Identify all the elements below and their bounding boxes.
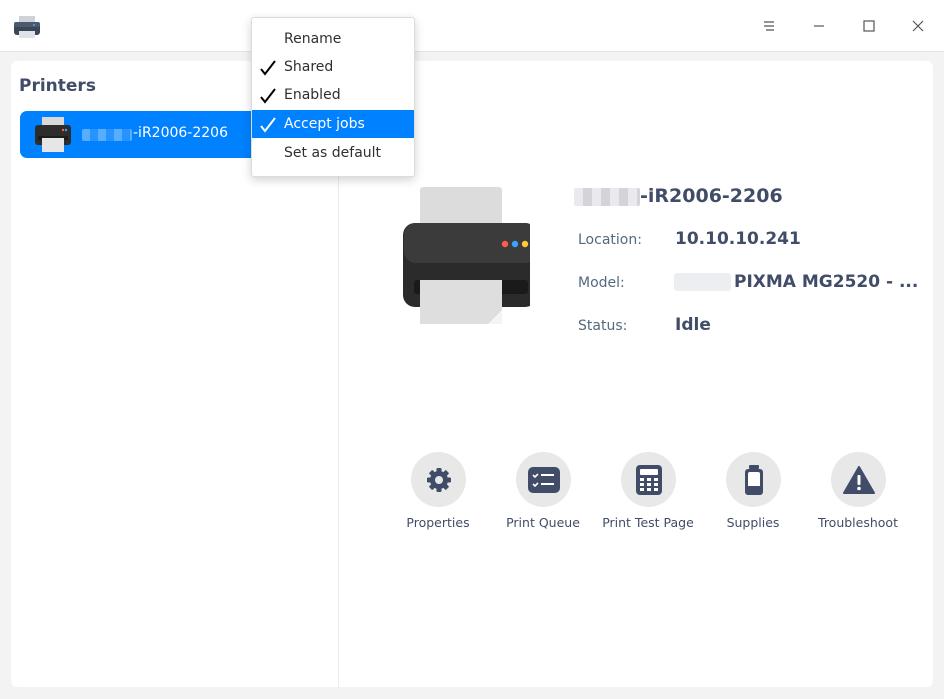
printer-app-icon (12, 14, 42, 40)
name-redaction (82, 129, 132, 141)
printer-details: -iR2006-2206 Location: 10.10.10.241 Mode… (340, 61, 933, 687)
model-label: Model: (578, 275, 625, 291)
checkmark-icon (260, 60, 276, 76)
location-value: 10.10.10.241 (675, 229, 801, 249)
content-area: Printers -iR2006-2206 -iR2006-2206 Locat… (11, 61, 933, 687)
print-queue-icon (516, 452, 571, 507)
model-redaction (674, 273, 731, 291)
properties-label: Properties (406, 515, 470, 530)
checkmark-icon (260, 117, 276, 133)
close-icon[interactable] (903, 11, 933, 41)
supplies-label: Supplies (726, 515, 780, 530)
printer-list-item-label: -iR2006-2206 (133, 125, 228, 141)
print-queue-label: Print Queue (506, 515, 580, 530)
troubleshoot-label: Troubleshoot (818, 515, 898, 530)
sidebar-title: Printers (19, 76, 96, 96)
calculator-test-page-icon (621, 452, 676, 507)
cartridge-icon (726, 452, 781, 507)
properties-button[interactable]: Properties (383, 452, 493, 542)
menu-item-rename[interactable]: Rename (252, 25, 414, 53)
printer-icon (33, 117, 73, 153)
menu-item-label: Shared (284, 59, 334, 75)
menu-item-label: Set as default (284, 145, 382, 161)
print-test-page-button[interactable]: Print Test Page (593, 452, 703, 542)
warning-icon (831, 452, 886, 507)
checkmark-icon (260, 88, 276, 104)
troubleshoot-button[interactable]: Troubleshoot (803, 452, 913, 542)
location-label: Location: (578, 232, 642, 248)
supplies-button[interactable]: Supplies (698, 452, 808, 542)
status-value: Idle (675, 315, 711, 335)
printer-context-menu: Rename Shared Enabled Accept jobs Set as… (251, 17, 415, 177)
print-test-page-label: Print Test Page (602, 515, 694, 530)
model-value: PIXMA MG2520 - ... (734, 272, 919, 292)
minimize-icon[interactable] (804, 11, 834, 41)
menu-item-shared[interactable]: Shared (252, 53, 414, 81)
gear-icon (411, 452, 466, 507)
print-queue-button[interactable]: Print Queue (488, 452, 598, 542)
printer-illustration (390, 185, 537, 325)
status-label: Status: (578, 318, 628, 334)
print-manager-window: Printers -iR2006-2206 -iR2006-2206 Locat… (0, 0, 944, 699)
maximize-icon[interactable] (854, 11, 884, 41)
menu-icon[interactable] (754, 11, 784, 41)
menu-item-label: Enabled (284, 87, 341, 103)
titlebar (0, 0, 944, 52)
printer-name: -iR2006-2206 (640, 185, 783, 207)
menu-item-label: Rename (284, 31, 342, 47)
menu-item-set-as-default[interactable]: Set as default (252, 139, 414, 167)
menu-item-label: Accept jobs (284, 116, 365, 132)
name-redaction (574, 188, 640, 206)
menu-item-accept-jobs[interactable]: Accept jobs (252, 110, 414, 138)
menu-item-enabled[interactable]: Enabled (252, 81, 414, 109)
